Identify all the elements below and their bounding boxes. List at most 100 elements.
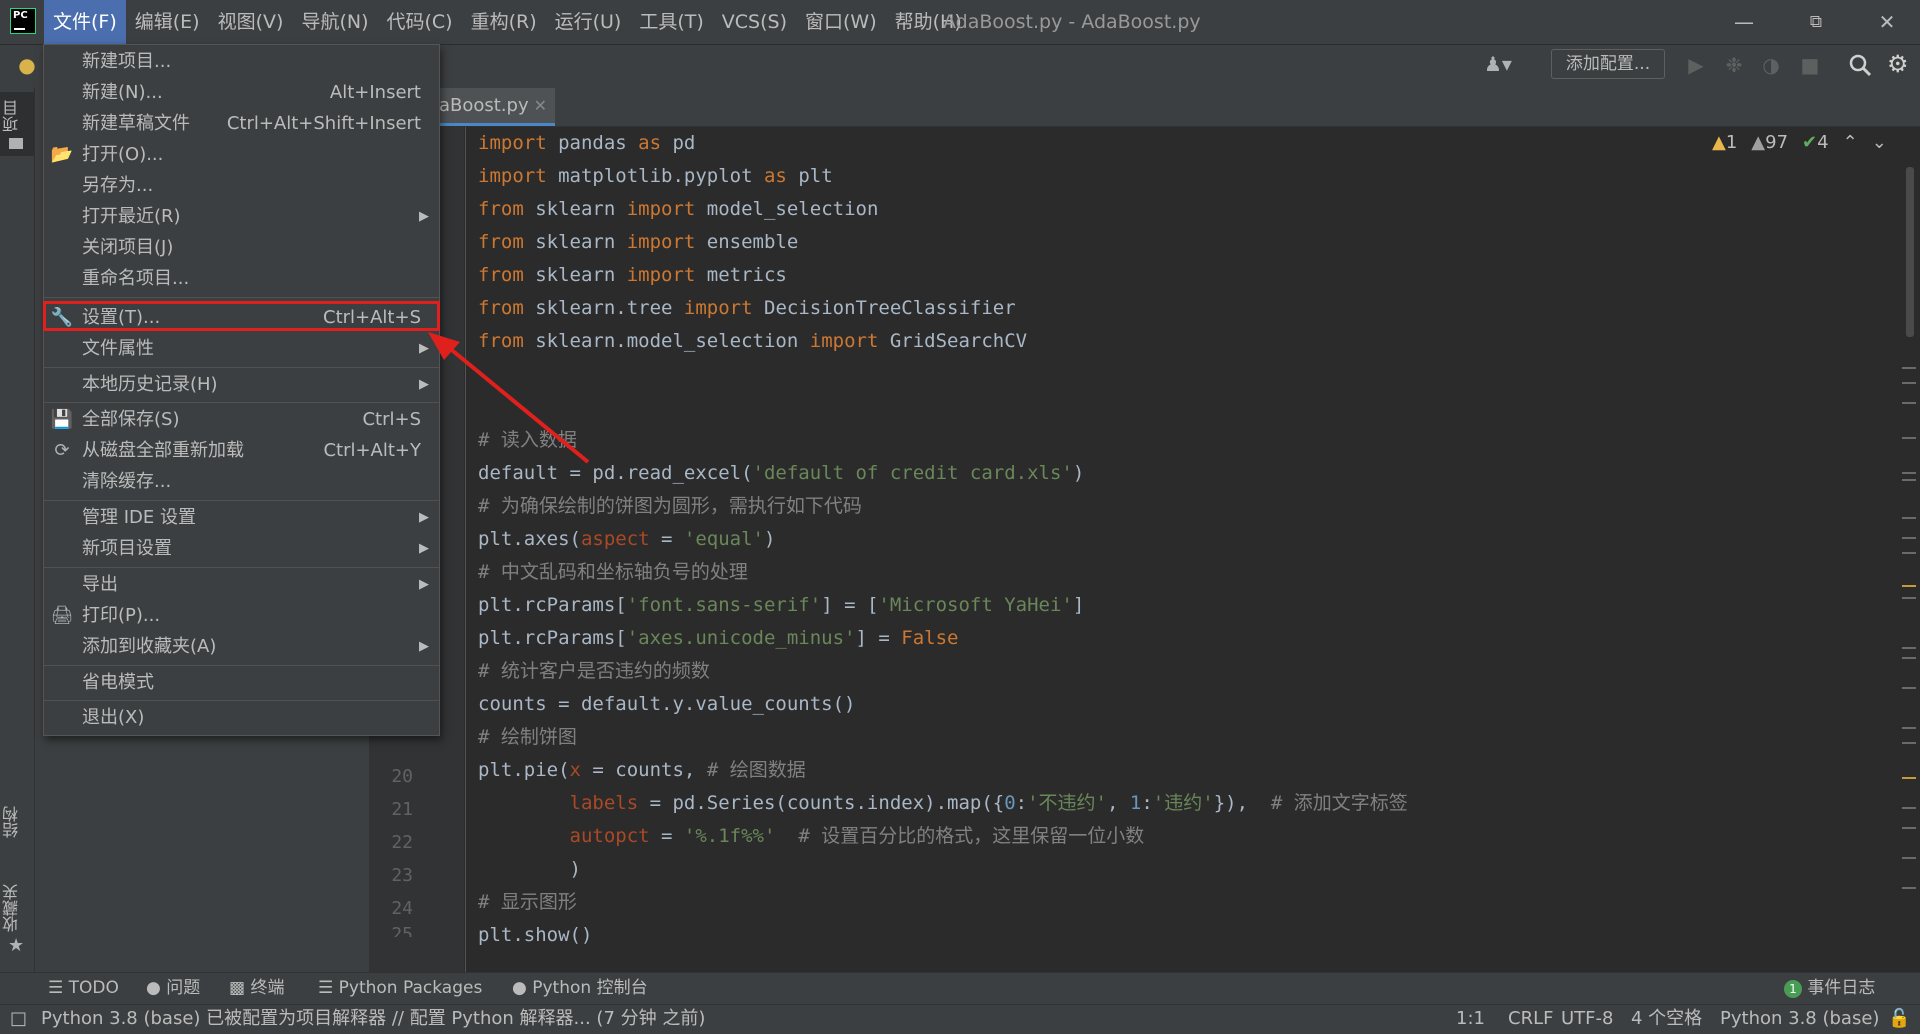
scrollbar-thumb[interactable] — [1906, 167, 1914, 337]
minimize-icon[interactable]: — — [1716, 0, 1772, 44]
run-icon[interactable]: ▶ — [1683, 52, 1709, 78]
ok-count: ✔4 — [1802, 132, 1829, 153]
menu-open-recent[interactable]: 打开最近(R) ▶ — [44, 201, 439, 232]
menu-save-as[interactable]: 另存为... — [44, 170, 439, 201]
python-packages-tool-tab[interactable]: ☰ Python Packages — [318, 972, 482, 1004]
warning-icon: ▲ — [1712, 132, 1726, 153]
python-console-tool-tab[interactable]: ● Python 控制台 — [512, 972, 648, 1004]
menu-edit[interactable]: 编辑(E) — [126, 0, 209, 44]
open-folder-icon: 📂 — [50, 144, 74, 165]
status-message[interactable]: Python 3.8 (base) 已被配置为项目解释器 // 配置 Pytho… — [41, 1004, 705, 1034]
window-title: AdaBoost.py - AdaBoost.py — [943, 11, 1201, 33]
menu-bar: 文件(F) 编辑(E) 视图(V) 导航(N) 代码(C) 重构(R) 运行(U… — [44, 0, 971, 44]
code-line: counts = default.y.value_counts() — [478, 693, 856, 715]
problems-icon: ● — [146, 978, 161, 998]
menu-add-to-favorites[interactable]: 添加到收藏夹(A) ▶ — [44, 631, 439, 662]
terminal-tool-tab[interactable]: ▩ 终端 — [229, 972, 284, 1004]
tab-close-icon[interactable]: ✕ — [534, 88, 547, 124]
add-configuration-button[interactable]: 添加配置... — [1551, 49, 1665, 79]
editor-scrollbar[interactable] — [1896, 127, 1920, 972]
debug-icon[interactable]: ❉ — [1721, 52, 1747, 78]
editor-tab-adaboost[interactable]: aBoost.py ✕ — [437, 88, 555, 126]
restore-icon[interactable]: ⧉ — [1788, 0, 1844, 44]
reload-icon: ⟳ — [54, 440, 70, 461]
pycharm-logo-icon: PC — [10, 8, 36, 34]
menu-export[interactable]: 导出 ▶ — [44, 569, 439, 600]
line-number: 20 — [391, 766, 413, 787]
user-icon[interactable]: ♟▾ — [1484, 52, 1512, 76]
file-encoding[interactable]: UTF-8 — [1561, 1004, 1613, 1034]
line-number: 22 — [391, 832, 413, 853]
check-icon: ✔ — [1802, 132, 1818, 153]
menu-new-project-settings[interactable]: 新项目设置 ▶ — [44, 533, 439, 564]
code-line: plt.rcParams['axes.unicode_minus'] = Fal… — [478, 627, 959, 649]
favorites-star-icon: ★ — [8, 935, 25, 956]
menu-refactor[interactable]: 重构(R) — [462, 0, 546, 44]
editor-tab-label: aBoost.py — [439, 95, 529, 116]
editor-tab-strip — [369, 88, 1920, 127]
event-count-badge: 1 — [1784, 980, 1802, 998]
file-menu-popup: 新建项目... 新建(N)... Alt+Insert 新建草稿文件 Ctrl+Al… — [43, 44, 440, 736]
search-icon[interactable] — [1847, 52, 1873, 78]
project-tool-tab[interactable]: 项目 — [0, 96, 34, 136]
menu-file[interactable]: 文件(F) — [44, 0, 126, 44]
submenu-arrow-icon: ▶ — [419, 639, 429, 654]
menu-new[interactable]: 新建(N)... Alt+Insert — [44, 77, 439, 108]
menu-manage-ide-settings[interactable]: 管理 IDE 设置 ▶ — [44, 502, 439, 533]
submenu-arrow-icon: ▶ — [419, 577, 429, 592]
menu-rename-project[interactable]: 重命名项目... — [44, 263, 439, 294]
stop-icon[interactable]: ■ — [1797, 52, 1823, 78]
menu-view[interactable]: 视图(V) — [209, 0, 293, 44]
next-highlight-icon[interactable]: ⌄ — [1872, 132, 1887, 158]
menu-new-project[interactable]: 新建项目... — [44, 46, 439, 77]
prev-highlight-icon[interactable]: ⌃ — [1843, 132, 1858, 158]
code-line: # 为确保绘制的饼图为圆形，需执行如下代码 — [478, 495, 862, 517]
python-project-icon: ● — [18, 53, 36, 77]
problems-tool-tab[interactable]: ● 问题 — [146, 972, 200, 1004]
menu-file-properties[interactable]: 文件属性 ▶ — [44, 333, 439, 364]
menu-save-all[interactable]: 💾 全部保存(S) Ctrl+S — [44, 404, 439, 435]
submenu-arrow-icon: ▶ — [419, 209, 429, 224]
lock-icon[interactable]: 🔓 — [1888, 1004, 1910, 1034]
inspection-widget[interactable]: ▲1 ▲97 ✔4 ⌃ ⌄ — [1712, 132, 1887, 158]
code-line: from sklearn import model_selection — [478, 198, 879, 220]
code-line: # 显示图形 — [478, 891, 577, 913]
interpreter-selector[interactable]: Python 3.8 (base) — [1720, 1004, 1879, 1034]
menu-local-history[interactable]: 本地历史记录(H) ▶ — [44, 369, 439, 400]
event-log-tool-tab[interactable]: 1 事件日志 — [1784, 972, 1875, 1004]
menu-open[interactable]: 📂 打开(O)... — [44, 139, 439, 170]
menu-run[interactable]: 运行(U) — [546, 0, 631, 44]
list-icon: ☰ — [48, 978, 64, 998]
code-line: ) — [478, 858, 581, 880]
bottom-tool-bar — [0, 972, 1920, 1004]
menu-tools[interactable]: 工具(T) — [630, 0, 712, 44]
settings-gear-icon[interactable]: ⚙ — [1887, 50, 1909, 78]
line-separator[interactable]: CRLF — [1508, 1004, 1553, 1034]
menu-power-save[interactable]: 省电模式 — [44, 667, 439, 698]
todo-tool-tab[interactable]: ☰ TODO — [48, 972, 119, 1004]
code-line: from sklearn import ensemble — [478, 231, 799, 253]
menu-print[interactable]: 🖨 打印(P)... — [44, 600, 439, 631]
gutter-divider — [465, 127, 466, 972]
code-line: plt.pie(x = counts, # 绘图数据 — [478, 759, 806, 781]
menu-code[interactable]: 代码(C) — [377, 0, 461, 44]
menu-invalidate-caches[interactable]: 清除缓存... — [44, 466, 439, 497]
code-line: from sklearn import metrics — [478, 264, 787, 286]
menu-close-project[interactable]: 关闭项目(J) — [44, 232, 439, 263]
menu-window[interactable]: 窗口(W) — [796, 0, 886, 44]
toggle-tool-windows-icon[interactable]: □ — [10, 1004, 27, 1034]
menu-reload-all[interactable]: ⟳ 从磁盘全部重新加载 Ctrl+Alt+Y — [44, 435, 439, 466]
menu-navigate[interactable]: 导航(N) — [292, 0, 377, 44]
code-editor[interactable]: import pandas as pd import matplotlib.py… — [478, 127, 1898, 972]
code-line: plt.axes(aspect = 'equal') — [478, 528, 776, 550]
close-icon[interactable]: ✕ — [1859, 0, 1915, 44]
favorites-tool-tab[interactable]: 收藏夹 — [0, 880, 34, 936]
indent-setting[interactable]: 4 个空格 — [1631, 1004, 1702, 1034]
menu-new-scratch[interactable]: 新建草稿文件 Ctrl+Alt+Shift+Insert — [44, 108, 439, 139]
menu-exit[interactable]: 退出(X) — [44, 702, 439, 733]
weak-warning-count: ▲97 — [1751, 132, 1789, 153]
caret-position[interactable]: 1:1 — [1456, 1004, 1485, 1034]
coverage-icon[interactable]: ◑ — [1758, 52, 1784, 78]
menu-vcs[interactable]: VCS(S) — [713, 0, 796, 44]
structure-tool-tab[interactable]: 结构 — [0, 800, 34, 844]
